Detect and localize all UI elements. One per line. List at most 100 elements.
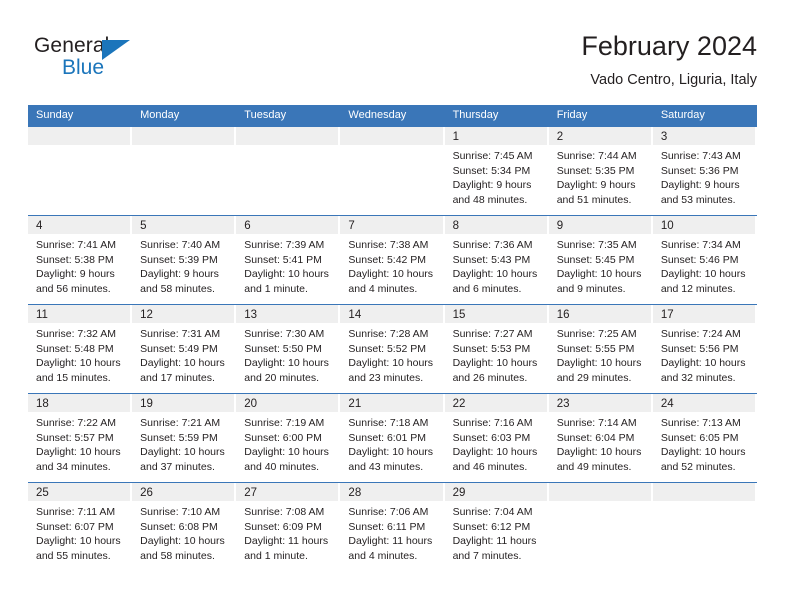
sunset-text: Sunset: 6:01 PM [348,431,427,444]
day-cell[interactable]: 28 Sunrise: 7:06 AM Sunset: 6:11 PM Dayl… [340,483,445,571]
day-cell[interactable]: 7 Sunrise: 7:38 AM Sunset: 5:42 PM Dayli… [340,216,445,304]
daylight-text: Daylight: 10 hours and 58 minutes. [140,535,225,562]
sunset-text: Sunset: 5:46 PM [660,253,739,266]
day-cell[interactable]: 25 Sunrise: 7:11 AM Sunset: 6:07 PM Dayl… [28,483,133,571]
daylight-text: Daylight: 10 hours and 32 minutes. [660,357,746,384]
day-number: 16 [556,309,570,321]
day-cell[interactable] [548,483,653,571]
daylight-text: Daylight: 9 hours and 51 minutes. [556,179,636,206]
day-cell[interactable]: 27 Sunrise: 7:08 AM Sunset: 6:09 PM Dayl… [236,483,341,571]
sunrise-text: Sunrise: 7:44 AM [556,150,637,162]
daylight-text: Daylight: 11 hours and 4 minutes. [348,535,433,562]
sunset-text: Sunset: 5:35 PM [556,164,635,177]
daylight-text: Daylight: 9 hours and 53 minutes. [660,179,740,206]
day-number: 10 [660,220,674,232]
calendar-page: General Blue February 2024 Vado Centro, … [0,0,792,612]
sunrise-text: Sunrise: 7:27 AM [452,328,533,340]
day-cell[interactable]: 16 Sunrise: 7:25 AM Sunset: 5:55 PM Dayl… [548,305,653,393]
sunrise-text: Sunrise: 7:16 AM [452,417,533,429]
day-cell[interactable]: 20 Sunrise: 7:19 AM Sunset: 6:00 PM Dayl… [236,394,341,482]
sunrise-text: Sunrise: 7:04 AM [452,506,533,518]
sunrise-text: Sunrise: 7:14 AM [556,417,637,429]
calendar-week-row: 4 Sunrise: 7:41 AM Sunset: 5:38 PM Dayli… [28,215,757,304]
daylight-text: Daylight: 10 hours and 15 minutes. [36,357,121,384]
day-cell[interactable] [28,127,133,215]
calendar-week-row: 25 Sunrise: 7:11 AM Sunset: 6:07 PM Dayl… [28,482,757,571]
sunrise-text: Sunrise: 7:18 AM [348,417,429,429]
daylight-text: Daylight: 10 hours and 43 minutes. [348,446,434,473]
daylight-text: Daylight: 10 hours and 1 minute. [244,268,329,295]
title-block: February 2024 Vado Centro, Liguria, Ital… [581,30,757,90]
sunrise-text: Sunrise: 7:11 AM [36,506,116,518]
logo-text-blue: Blue [62,56,105,79]
day-cell[interactable] [132,127,237,215]
logo-text-general: General [34,34,110,57]
day-number: 12 [140,309,153,321]
sunset-text: Sunset: 5:53 PM [452,342,531,355]
sunrise-text: Sunrise: 7:24 AM [660,328,741,340]
sunrise-text: Sunrise: 7:45 AM [452,150,533,162]
day-cell[interactable]: 13 Sunrise: 7:30 AM Sunset: 5:50 PM Dayl… [236,305,341,393]
day-cell[interactable]: 8 Sunrise: 7:36 AM Sunset: 5:43 PM Dayli… [444,216,549,304]
sunset-text: Sunset: 5:56 PM [660,342,739,355]
sunrise-text: Sunrise: 7:10 AM [140,506,221,518]
calendar-week-row: 1 Sunrise: 7:45 AM Sunset: 5:34 PM Dayli… [28,126,757,215]
daylight-text: Daylight: 10 hours and 37 minutes. [140,446,225,473]
daylight-text: Daylight: 10 hours and 9 minutes. [556,268,642,295]
general-blue-logo: General Blue [34,34,234,90]
day-cell[interactable]: 24 Sunrise: 7:13 AM Sunset: 6:05 PM Dayl… [652,394,757,482]
day-cell[interactable]: 17 Sunrise: 7:24 AM Sunset: 5:56 PM Dayl… [652,305,757,393]
sunset-text: Sunset: 5:42 PM [348,253,427,266]
sunrise-text: Sunrise: 7:36 AM [452,239,533,251]
sunset-text: Sunset: 5:39 PM [140,253,218,266]
day-cell[interactable]: 4 Sunrise: 7:41 AM Sunset: 5:38 PM Dayli… [28,216,133,304]
daylight-text: Daylight: 10 hours and 12 minutes. [660,268,746,295]
sunset-text: Sunset: 5:50 PM [244,342,322,355]
day-number: 14 [348,309,362,321]
day-number: 5 [140,220,147,232]
page-header: General Blue February 2024 Vado Centro, … [34,30,757,96]
day-cell[interactable]: 29 Sunrise: 7:04 AM Sunset: 6:12 PM Dayl… [444,483,549,571]
sunrise-text: Sunrise: 7:34 AM [660,239,741,251]
day-cell[interactable]: 5 Sunrise: 7:40 AM Sunset: 5:39 PM Dayli… [132,216,237,304]
daylight-text: Daylight: 10 hours and 23 minutes. [348,357,434,384]
day-cell[interactable]: 3 Sunrise: 7:43 AM Sunset: 5:36 PM Dayli… [652,127,757,215]
calendar-grid: Sunday Monday Tuesday Wednesday Thursday… [28,105,757,571]
day-cell[interactable]: 2 Sunrise: 7:44 AM Sunset: 5:35 PM Dayli… [548,127,653,215]
sunset-text: Sunset: 6:07 PM [36,520,114,533]
day-cell[interactable]: 22 Sunrise: 7:16 AM Sunset: 6:03 PM Dayl… [444,394,549,482]
sunset-text: Sunset: 5:48 PM [36,342,114,355]
day-cell[interactable] [340,127,445,215]
day-cell[interactable] [236,127,341,215]
weekday-header-sunday: Sunday [36,109,74,121]
day-cell[interactable]: 10 Sunrise: 7:34 AM Sunset: 5:46 PM Dayl… [652,216,757,304]
weekday-header-tuesday: Tuesday [244,109,287,121]
day-number: 3 [660,131,668,143]
sunrise-text: Sunrise: 7:28 AM [348,328,429,340]
day-cell[interactable]: 6 Sunrise: 7:39 AM Sunset: 5:41 PM Dayli… [236,216,341,304]
day-cell[interactable]: 19 Sunrise: 7:21 AM Sunset: 5:59 PM Dayl… [132,394,237,482]
sunset-text: Sunset: 5:34 PM [452,164,531,177]
day-number: 11 [36,309,48,321]
day-cell[interactable]: 26 Sunrise: 7:10 AM Sunset: 6:08 PM Dayl… [132,483,237,571]
day-number: 17 [660,309,674,321]
day-cell[interactable]: 1 Sunrise: 7:45 AM Sunset: 5:34 PM Dayli… [444,127,549,215]
day-cell[interactable]: 12 Sunrise: 7:31 AM Sunset: 5:49 PM Dayl… [132,305,237,393]
day-number: 25 [36,487,49,499]
sunset-text: Sunset: 5:43 PM [452,253,531,266]
day-cell[interactable]: 11 Sunrise: 7:32 AM Sunset: 5:48 PM Dayl… [28,305,133,393]
day-cell[interactable]: 9 Sunrise: 7:35 AM Sunset: 5:45 PM Dayli… [548,216,653,304]
sunrise-text: Sunrise: 7:22 AM [36,417,116,429]
day-cell[interactable]: 14 Sunrise: 7:28 AM Sunset: 5:52 PM Dayl… [340,305,445,393]
day-number: 15 [452,309,466,321]
day-number: 2 [556,131,564,143]
day-cell[interactable]: 23 Sunrise: 7:14 AM Sunset: 6:04 PM Dayl… [548,394,653,482]
day-cell[interactable]: 15 Sunrise: 7:27 AM Sunset: 5:53 PM Dayl… [444,305,549,393]
day-cell[interactable]: 18 Sunrise: 7:22 AM Sunset: 5:57 PM Dayl… [28,394,133,482]
daylight-text: Daylight: 10 hours and 40 minutes. [244,446,329,473]
day-cell[interactable] [652,483,757,571]
day-cell[interactable]: 21 Sunrise: 7:18 AM Sunset: 6:01 PM Dayl… [340,394,445,482]
sunrise-text: Sunrise: 7:31 AM [140,328,221,340]
sunrise-text: Sunrise: 7:30 AM [244,328,325,340]
day-number: 20 [244,398,258,410]
